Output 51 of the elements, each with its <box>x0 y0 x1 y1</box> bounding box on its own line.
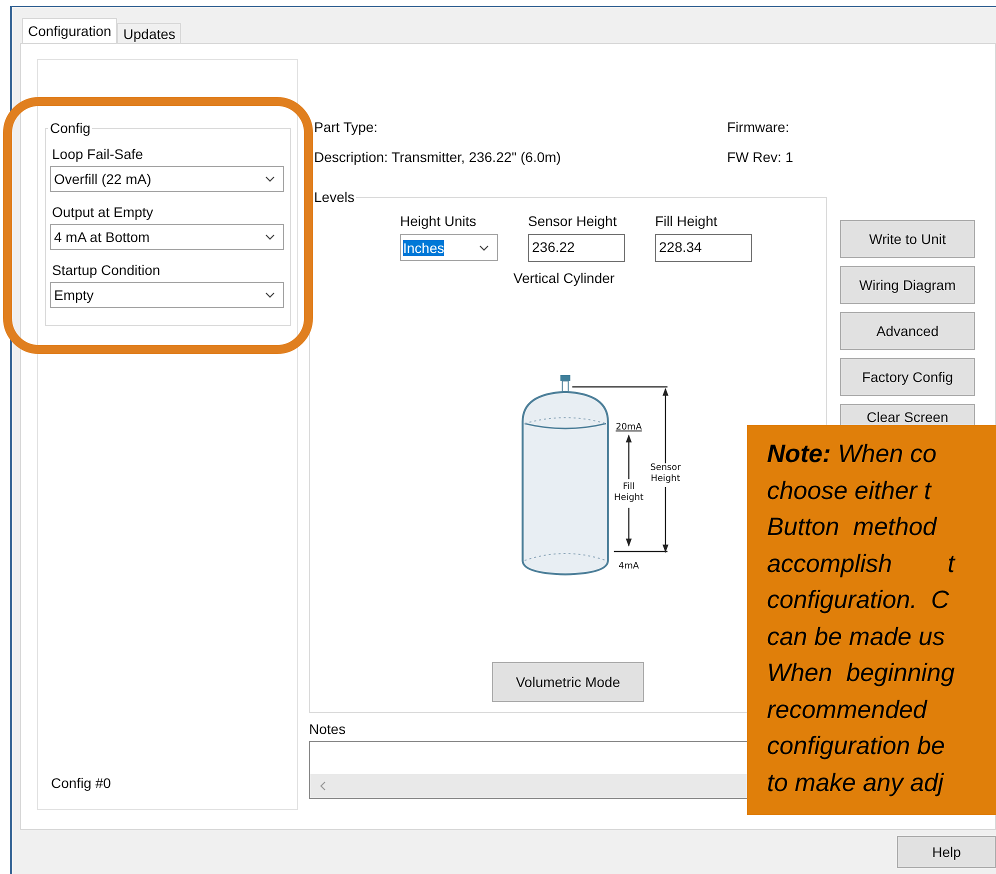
note-line: Button method <box>767 512 937 543</box>
field-label: Loop Fail-Safe <box>52 146 144 162</box>
note-line: When beginning <box>767 658 955 689</box>
note-line: configuration. C <box>767 585 950 616</box>
chevron-icon <box>265 176 275 182</box>
tank-shape-label: Vertical Cylinder <box>513 270 615 286</box>
part-type-label: Part Type: <box>314 119 379 135</box>
note-line: choose either t <box>767 476 931 506</box>
tab[interactable]: Configuration <box>22 18 118 43</box>
note-line: to make any adj <box>767 768 944 798</box>
diagram-label: 20mA <box>616 422 642 433</box>
help-button[interactable]: Help <box>897 836 996 868</box>
notes-field[interactable] <box>309 741 748 799</box>
field-label: Fill Height <box>655 213 718 229</box>
chevron-icon <box>265 292 275 298</box>
note-line: can be made us <box>767 622 945 652</box>
chevron-icon <box>479 244 489 250</box>
field-label: Sensor Height <box>528 213 618 229</box>
fill-height-field[interactable]: 228.34 <box>655 234 752 262</box>
note-line: accomplish t <box>767 548 955 580</box>
dropdown-field[interactable]: 4 mA at Bottom <box>50 224 284 250</box>
units-dropdown[interactable]: Inches <box>400 234 498 261</box>
note-line: configuration be <box>767 731 945 762</box>
field-label: Startup Condition <box>52 262 162 278</box>
dropdown-field[interactable]: Overfill (22 mA) <box>50 166 284 192</box>
tab[interactable]: Updates <box>117 23 182 43</box>
description-text: Description: Transmitter, 236.22" (6.0m) <box>314 149 562 165</box>
action-button[interactable]: Clear Screen <box>840 404 975 425</box>
field-label: Output at Empty <box>52 204 154 220</box>
diagram-label: Fill Height <box>614 482 644 503</box>
chevron-icon <box>265 234 275 240</box>
action-button[interactable]: Factory Config <box>840 358 975 396</box>
scrollbar[interactable] <box>310 774 747 798</box>
firmware-revision: FW Rev: 1 <box>727 149 794 165</box>
action-button[interactable]: Wiring Diagram <box>840 266 975 304</box>
sensor-height-field[interactable]: 236.22 <box>528 234 625 262</box>
action-button[interactable]: Write to Unit <box>840 220 975 258</box>
volumetric-mode-button[interactable]: Volumetric Mode <box>492 662 644 702</box>
group-label: Levels <box>314 189 354 205</box>
config-number: Config #0 <box>51 775 112 791</box>
notes-label: Notes <box>309 721 346 737</box>
firmware-label: Firmware: <box>727 119 790 135</box>
field-label: Height Units <box>400 213 478 229</box>
action-button[interactable]: Advanced <box>840 312 975 350</box>
group-label: Config <box>50 120 90 136</box>
note-line: recommended <box>767 694 927 726</box>
dropdown-field[interactable]: Empty <box>50 282 284 308</box>
diagram-label: Sensor Height <box>650 463 681 484</box>
diagram-label: 4mA <box>618 561 639 572</box>
scroll-left-icon[interactable] <box>320 781 326 791</box>
note-line: Note: When co <box>767 439 936 470</box>
